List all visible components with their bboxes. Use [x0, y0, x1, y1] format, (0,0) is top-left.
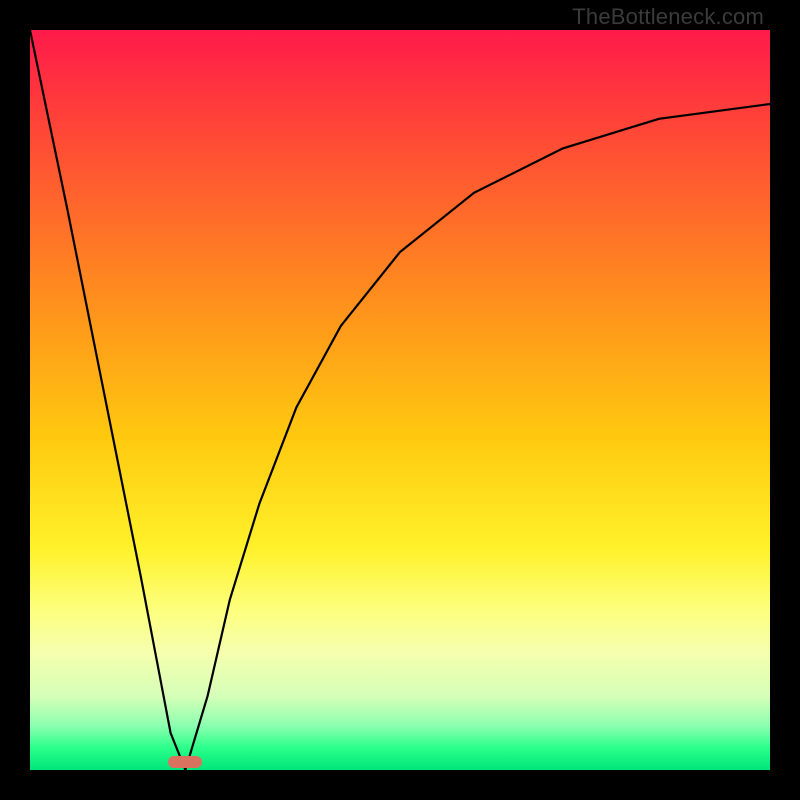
left-branch-line: [30, 30, 185, 770]
watermark-text: TheBottleneck.com: [572, 4, 764, 30]
right-branch-line: [185, 104, 770, 770]
curve-layer: [30, 30, 770, 770]
plot-frame: [30, 30, 770, 770]
bottleneck-marker: [168, 756, 202, 768]
